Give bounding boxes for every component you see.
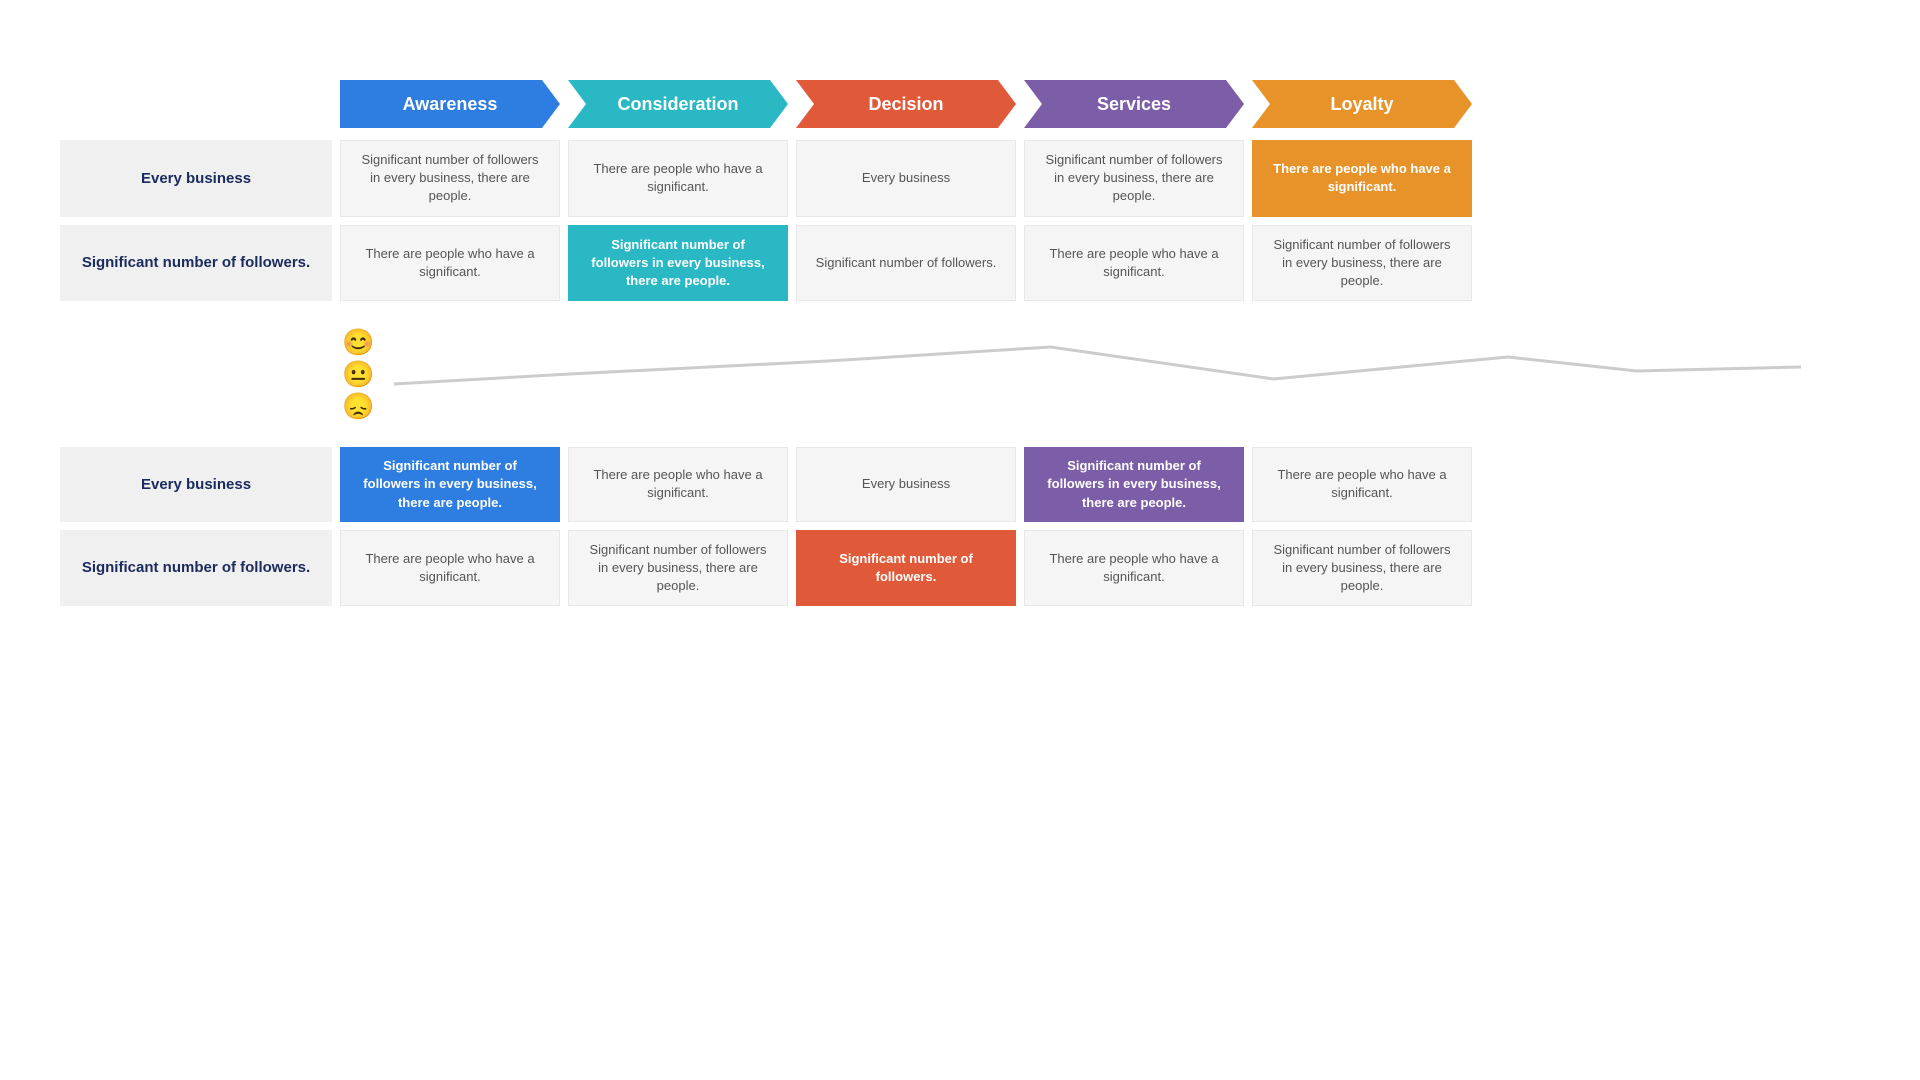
grid-cell-1-2: Significant number of followers.: [796, 530, 1016, 607]
header-services: Services: [1024, 80, 1244, 128]
top-grid: Every businessSignificant number of foll…: [60, 140, 1860, 301]
grid-cell-0-3: Significant number of followers in every…: [1024, 447, 1244, 522]
grid-cell-0-3: Significant number of followers in every…: [1024, 140, 1244, 217]
grid-cell-0-4: There are people who have a significant.: [1252, 140, 1472, 217]
emoji-2: 😞: [342, 393, 374, 419]
grid-cell-1-4: Significant number of followers in every…: [1252, 225, 1472, 302]
grid-cell-1-0: There are people who have a significant.: [340, 530, 560, 607]
grid-cell-1-1: Significant number of followers in every…: [568, 225, 788, 302]
grid-cell-0-0: Significant number of followers in every…: [340, 140, 560, 217]
header-consideration: Consideration: [568, 80, 788, 128]
emoji-1: 😐: [342, 361, 374, 387]
grid-cell-0-0: Significant number of followers in every…: [340, 447, 560, 522]
grid-row-0: Every businessSignificant number of foll…: [60, 447, 1860, 522]
main-content: AwarenessConsiderationDecisionServicesLo…: [60, 80, 1860, 606]
grid-row-1: Significant number of followers.There ar…: [60, 530, 1860, 607]
header-awareness: Awareness: [340, 80, 560, 128]
header-decision: Decision: [796, 80, 1016, 128]
grid-cell-1-2: Significant number of followers.: [796, 225, 1016, 302]
row-label-0: Every business: [60, 447, 332, 522]
grid-cell-1-0: There are people who have a significant.: [340, 225, 560, 302]
grid-cell-1-3: There are people who have a significant.: [1024, 530, 1244, 607]
grid-row-0: Every businessSignificant number of foll…: [60, 140, 1860, 217]
grid-cell-0-2: Every business: [796, 447, 1016, 522]
emoji-column: 😊 😐 😞: [332, 329, 374, 419]
grid-cell-1-1: Significant number of followers in every…: [568, 530, 788, 607]
grid-cell-1-4: Significant number of followers in every…: [1252, 530, 1472, 607]
grid-cell-0-2: Every business: [796, 140, 1016, 217]
grid-cell-0-4: There are people who have a significant.: [1252, 447, 1472, 522]
header-loyalty: Loyalty: [1252, 80, 1472, 128]
grid-cell-0-1: There are people who have a significant.: [568, 447, 788, 522]
bottom-grid: Every businessSignificant number of foll…: [60, 447, 1860, 606]
grid-cell-0-1: There are people who have a significant.: [568, 140, 788, 217]
page: AwarenessConsiderationDecisionServicesLo…: [0, 0, 1920, 1080]
row-label-1: Significant number of followers.: [60, 530, 332, 607]
grid-cell-1-3: There are people who have a significant.: [1024, 225, 1244, 302]
row-label-0: Every business: [60, 140, 332, 217]
chart-area: 😊 😐 😞: [332, 309, 1860, 439]
row-label-1: Significant number of followers.: [60, 225, 332, 302]
grid-row-1: Significant number of followers.There ar…: [60, 225, 1860, 302]
emoji-0: 😊: [342, 329, 374, 355]
middle-section: 😊 😐 😞: [60, 309, 1860, 439]
line-chart: [394, 319, 1860, 429]
chart-svg: [394, 319, 1860, 429]
header-row: AwarenessConsiderationDecisionServicesLo…: [60, 80, 1860, 128]
